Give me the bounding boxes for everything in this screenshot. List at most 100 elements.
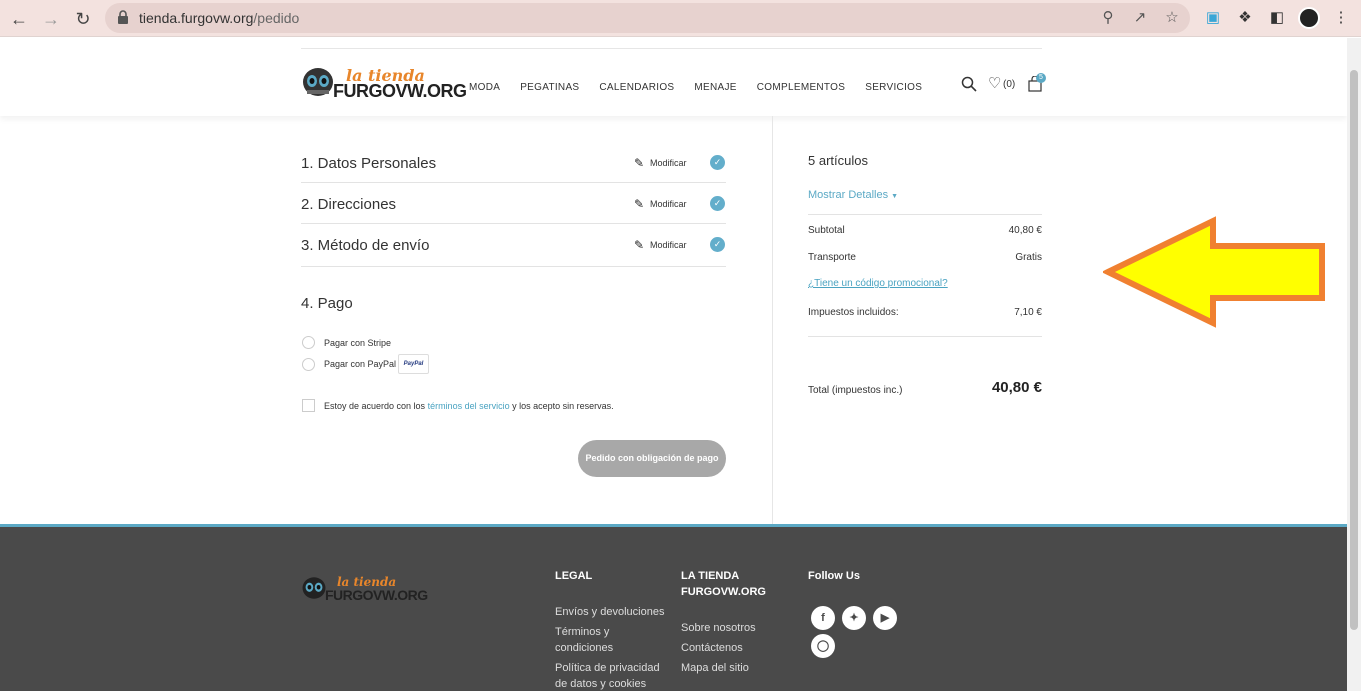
address-bar[interactable]: tienda.furgovw.org/pedido ⚲ ↗ ☆ [105,3,1190,33]
footer-logo[interactable]: la tienda FURGOVW.ORG [301,575,428,607]
radio-stripe[interactable] [302,336,315,349]
alien-logo-icon [303,68,333,96]
puzzle-icon[interactable]: ❖ [1235,8,1255,28]
link-privacidad-2[interactable]: de datos y cookies [555,676,646,691]
url-text: tienda.furgovw.org/pedido [139,10,300,26]
page-scrollbar[interactable] [1347,38,1361,691]
paypal-logo: PayPal [398,354,429,374]
wishlist-count[interactable]: (0) [1003,79,1015,90]
link-envios[interactable]: Envíos y devoluciones [555,604,664,620]
tienda-title-2: FURGOVW.ORG [681,586,766,598]
step-title: 3. Método de envío [301,237,430,254]
promo-code-link[interactable]: ¿Tiene un código promocional? [808,278,948,289]
show-details-label: Mostrar Detalles [808,189,889,201]
total-row: Total (impuestos inc.) 40,80 € [808,379,1042,396]
step-addresses: 2. Direcciones ✎ Modificar ✓ [301,183,726,224]
payment-title: 4. Pago [301,295,353,312]
link-sobre-nosotros[interactable]: Sobre nosotros [681,620,756,636]
logo-wordmark: FURGOVW.ORG [325,587,428,603]
bookmark-star-icon[interactable]: ☆ [1163,9,1181,27]
profile-avatar[interactable] [1298,7,1320,29]
pencil-icon[interactable]: ✎ [634,238,644,252]
total-label: Total (impuestos inc.) [808,385,903,396]
scrollbar-thumb[interactable] [1350,70,1358,630]
modify-link[interactable]: Modificar [650,158,687,168]
extension-icon[interactable]: ▣ [1203,8,1223,28]
pencil-icon[interactable]: ✎ [634,197,644,211]
twitter-icon[interactable]: ✦ [842,606,866,630]
annotation-arrow-icon [1103,216,1325,328]
zoom-icon[interactable]: ⚲ [1099,9,1117,27]
lock-icon [118,10,128,24]
search-icon[interactable] [961,76,977,92]
nav-item-complementos[interactable]: COMPLEMENTOS [757,82,845,93]
nav-item-pegatinas[interactable]: PEGATINAS [520,82,579,93]
terms-before: Estoy de acuerdo con los [324,401,428,411]
step-shipping-method: 3. Método de envío ✎ Modificar ✓ [301,224,726,267]
step-title: 2. Direcciones [301,196,397,213]
youtube-icon[interactable]: ▶ [873,606,897,630]
share-icon[interactable]: ↗ [1131,9,1149,27]
label-stripe[interactable]: Pagar con Stripe [324,338,391,348]
terms-checkbox[interactable] [302,399,315,412]
main-nav: MODA PEGATINAS CALENDARIOS MENAJE COMPLE… [469,82,922,93]
site-header: la tienda FURGOVW.ORG MODA PEGATINAS CAL… [0,38,1347,116]
shipping-label: Transporte [808,252,856,263]
label-paypal[interactable]: Pagar con PayPal [324,359,396,369]
divider [808,214,1042,215]
shipping-row: Transporte Gratis [808,252,1042,263]
cart-count-badge: 5 [1036,73,1046,83]
divider [301,48,1042,49]
subtotal-label: Subtotal [808,225,845,236]
subtotal-row: Subtotal 40,80 € [808,225,1042,236]
page: la tienda FURGOVW.ORG MODA PEGATINAS CAL… [0,38,1347,691]
check-icon: ✓ [710,155,725,170]
modify-link[interactable]: Modificar [650,199,687,209]
link-privacidad[interactable]: Política de privacidad [555,660,660,676]
nav-item-calendarios[interactable]: CALENDARIOS [599,82,674,93]
taxes-value: 7,10 € [1014,307,1042,318]
total-value: 40,80 € [991,379,1042,396]
shipping-value: Gratis [1015,252,1042,263]
link-contactenos[interactable]: Contáctenos [681,640,743,656]
reload-icon[interactable]: ↻ [71,7,95,31]
terms-link[interactable]: términos del servicio [428,401,510,411]
link-terminos-2[interactable]: condiciones [555,640,613,656]
pencil-icon[interactable]: ✎ [634,156,644,170]
nav-item-menaje[interactable]: MENAJE [694,82,736,93]
nav-item-servicios[interactable]: SERVICIOS [865,82,922,93]
back-icon[interactable]: ← [7,7,31,31]
link-mapa-sitio[interactable]: Mapa del sitio [681,660,749,676]
check-icon: ✓ [710,196,725,211]
browser-toolbar: ← → ↻ tienda.furgovw.org/pedido ⚲ ↗ ☆ ▣ … [0,0,1361,37]
logo-wordmark: FURGOVW.ORG [333,81,467,101]
show-details-toggle[interactable]: Mostrar Detalles ▼ [808,189,898,201]
side-panel-icon[interactable]: ◧ [1267,8,1287,28]
link-terminos[interactable]: Términos y [555,624,609,640]
terms-after: y los acepto sin reservas. [509,401,614,411]
subtotal-value: 40,80 € [1008,225,1042,236]
checkout-steps: 1. Datos Personales ✎ Modificar ✓ 2. Dir… [301,142,726,267]
site-footer: la tienda FURGOVW.ORG LEGAL Envíos y dev… [0,524,1347,691]
site-logo[interactable]: la tienda FURGOVW.ORG [301,64,467,104]
taxes-label: Impuestos incluidos: [808,307,899,318]
check-icon: ✓ [710,237,725,252]
place-order-button[interactable]: Pedido con obligación de pago [578,440,726,477]
legal-title: LEGAL [555,570,593,582]
nav-item-moda[interactable]: MODA [469,82,500,93]
alien-logo-icon [302,577,326,599]
modify-link[interactable]: Modificar [650,240,687,250]
radio-paypal[interactable] [302,358,315,371]
divider [808,336,1042,337]
taxes-row: Impuestos incluidos: 7,10 € [808,307,1042,318]
caret-down-icon: ▼ [891,193,899,200]
facebook-icon[interactable]: f [811,606,835,630]
terms-text: Estoy de acuerdo con los términos del se… [324,401,614,411]
menu-kebab-icon[interactable]: ⋮ [1331,8,1351,28]
wishlist-heart-icon[interactable]: ♡ [988,76,1001,92]
follow-title: Follow Us [808,570,860,582]
column-divider [772,116,773,525]
forward-icon[interactable]: → [39,7,63,31]
instagram-icon[interactable]: ◯ [811,634,835,658]
tienda-title: LA TIENDA [681,570,740,582]
